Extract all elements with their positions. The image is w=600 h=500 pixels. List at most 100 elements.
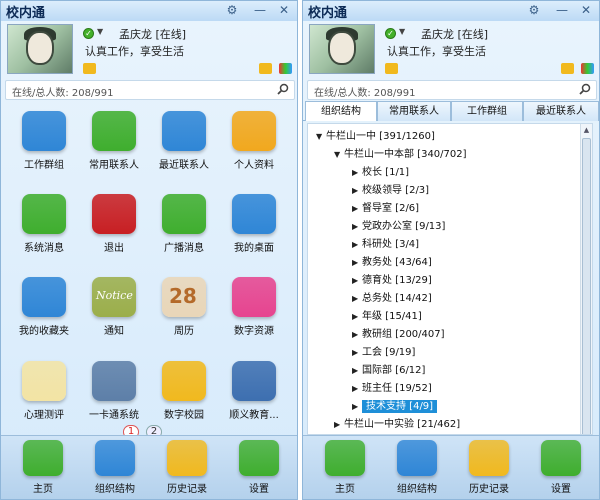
mail-icon[interactable] [83,63,96,74]
grid-item-checklist[interactable]: 心理测评 [9,361,79,421]
tree-node[interactable]: ▶ 校长 [1/1] [352,164,409,181]
collapsed-arrow-icon[interactable]: ▶ [352,344,362,361]
tab-contacts[interactable]: 常用联系人 [377,101,451,121]
search-icon[interactable] [277,83,289,95]
skin-icon[interactable] [581,63,594,74]
online-status-icon[interactable]: ✓ [385,28,396,39]
skin-icon[interactable] [279,63,292,74]
tree-node[interactable]: ▶ 班主任 [19/52] [352,380,432,397]
home-icon [325,440,365,476]
tab-organization[interactable]: 组织结构 [305,101,377,121]
expanded-arrow-icon[interactable]: ▼ [334,146,344,163]
chevron-down-icon[interactable]: ▼ [399,27,405,36]
grid-item-contacts[interactable]: 常用联系人 [79,111,149,171]
tree-node[interactable]: ▶ 德育处 [13/29] [352,272,432,289]
tree-node[interactable]: ▶ 总务处 [14/42] [352,290,432,307]
collapsed-arrow-icon[interactable]: ▶ [352,164,362,181]
close-icon[interactable]: ✕ [277,3,291,17]
scroll-thumb[interactable] [582,138,591,434]
tree-node[interactable]: ▶ 牛栏山一中实验 [21/462] [334,416,460,433]
digital-resource-icon [232,277,276,317]
collapsed-arrow-icon[interactable]: ▶ [352,326,362,343]
dock-history-button[interactable]: 历史记录 [457,440,521,495]
dock-history-button[interactable]: 历史记录 [155,440,219,495]
tree-node[interactable]: ▶ 年级 [15/41] [352,308,422,325]
tree-node[interactable]: ▶ 督导室 [2/6] [352,200,419,217]
grid-item-education-site[interactable]: 顺义教育... [219,361,289,421]
collapsed-arrow-icon[interactable]: ▶ [352,362,362,379]
dock-settings-button[interactable]: 设置 [227,440,291,495]
collapsed-arrow-icon[interactable]: ▶ [352,272,362,289]
collapsed-arrow-icon[interactable]: ▶ [352,308,362,325]
online-status-icon[interactable]: ✓ [83,28,94,39]
tree-node[interactable]: ▶ 校级领导 [2/3] [352,182,429,199]
online-count-bar[interactable]: 在线/总人数: 208/991 [5,80,295,100]
chevron-down-icon[interactable]: ▼ [97,27,103,36]
dock-label: 组织结构 [95,484,135,495]
mail-icon[interactable] [385,63,398,74]
tree-node-label: 党政办公室 [9/13] [362,221,446,232]
collapsed-arrow-icon[interactable]: ▶ [352,380,362,397]
grid-item-profile[interactable]: 个人资料 [219,111,289,171]
grid-item-broadcast[interactable]: 广播消息 [149,194,219,254]
bottom-dock: 主页 组织结构 历史记录 设置 [303,435,599,499]
tree-node[interactable]: ▶ 国际部 [6/12] [352,362,425,379]
grid-item-star[interactable]: 我的收藏夹 [9,277,79,337]
collapsed-arrow-icon[interactable]: ▶ [352,200,362,217]
collapsed-arrow-icon[interactable]: ▶ [352,218,362,235]
message-icon[interactable] [561,63,574,74]
collapsed-arrow-icon[interactable]: ▶ [352,398,362,415]
grid-item-label: 顺义教育... [229,410,279,421]
system-message-icon [22,194,66,234]
tree-node[interactable]: ▶ 科研处 [3/4] [352,236,419,253]
vertical-scrollbar[interactable]: ▲ [580,124,592,434]
avatar[interactable] [309,24,375,74]
grid-item-work-group[interactable]: 工作群组 [9,111,79,171]
minimize-icon[interactable]: — [253,3,267,17]
tab-recent-contacts[interactable]: 最近联系人 [523,101,599,121]
dock-home-button[interactable]: 主页 [11,440,75,495]
grid-item-power[interactable]: 退出 [79,194,149,254]
tree-node[interactable]: ▼ 牛栏山一中本部 [340/702] [334,146,467,163]
dock-home-button[interactable]: 主页 [313,440,377,495]
collapsed-arrow-icon[interactable]: ▶ [352,182,362,199]
dock-settings-button[interactable]: 设置 [529,440,593,495]
history-icon [167,440,207,476]
grid-item-label: 系统消息 [24,243,64,254]
tree-node[interactable]: ▶ 工会 [9/19] [352,344,415,361]
tree-node[interactable]: ▶ 技术支持 [4/9] [352,398,438,415]
dock-organization-button[interactable]: 组织结构 [385,440,449,495]
minimize-icon[interactable]: — [555,3,569,17]
online-count-bar[interactable]: 在线/总人数: 208/991 [307,80,597,100]
scroll-up-icon[interactable]: ▲ [582,125,591,135]
collapsed-arrow-icon[interactable]: ▶ [352,254,362,271]
collapsed-arrow-icon[interactable]: ▶ [334,416,344,433]
tab-work-groups[interactable]: 工作群组 [451,101,523,121]
tree-node[interactable]: ▶ 教务处 [43/64] [352,254,432,271]
tree-node[interactable]: ▶ 党政办公室 [9/13] [352,218,445,235]
grid-item-system-message[interactable]: 系统消息 [9,194,79,254]
grid-item-house[interactable]: 数字校园 [149,361,219,421]
tree-node-label: 牛栏山一中本部 [340/702] [344,149,467,160]
tree-node[interactable]: ▼ 牛栏山一中 [391/1260] [316,128,435,145]
gear-icon[interactable]: ⚙ [225,3,239,17]
search-icon[interactable] [579,83,591,95]
collapsed-arrow-icon[interactable]: ▶ [352,290,362,307]
grid-item-notice[interactable]: Notice 通知 [79,277,149,337]
tree-node-label: 技术支持 [4/9] [362,400,438,413]
grid-item-recent-contacts[interactable]: 最近联系人 [149,111,219,171]
collapsed-arrow-icon[interactable]: ▶ [352,236,362,253]
tree-node[interactable]: ▶ 教研组 [200/407] [352,326,445,343]
grid-item-calendar[interactable]: 28 周历 [149,277,219,337]
home-icon [23,440,63,476]
gear-icon[interactable]: ⚙ [527,3,541,17]
dock-organization-button[interactable]: 组织结构 [83,440,147,495]
user-motto: 认真工作，享受生活 [85,45,184,58]
grid-item-desktop[interactable]: 我的桌面 [219,194,289,254]
close-icon[interactable]: ✕ [579,3,593,17]
expanded-arrow-icon[interactable]: ▼ [316,128,326,145]
avatar[interactable] [7,24,73,74]
grid-item-digital-resource[interactable]: 数字资源 [219,277,289,337]
grid-item-card-system[interactable]: 一卡通系统 [79,361,149,421]
message-icon[interactable] [259,63,272,74]
